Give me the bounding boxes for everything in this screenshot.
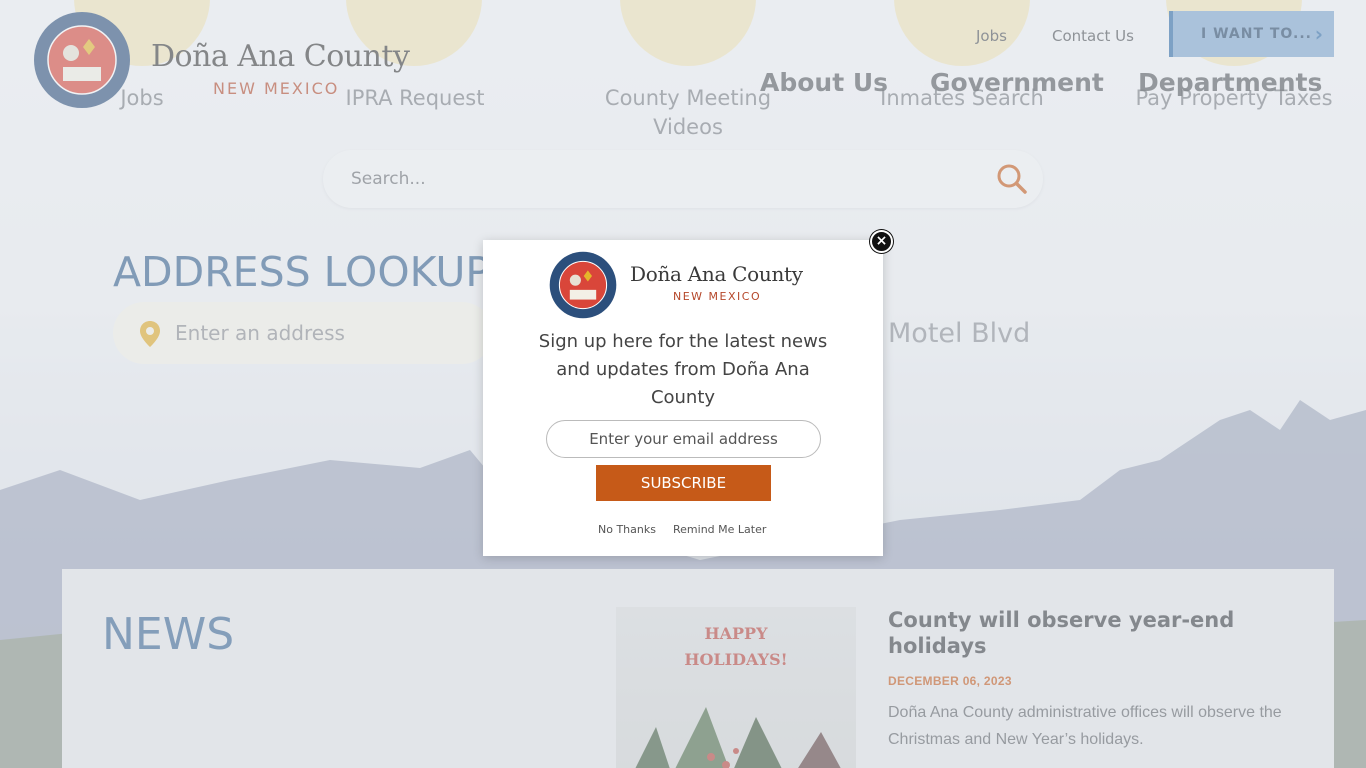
close-icon[interactable]: × bbox=[870, 230, 893, 253]
popup-seal-icon bbox=[549, 251, 617, 319]
subscribe-button[interactable]: SUBSCRIBE bbox=[596, 465, 771, 501]
popup-message: Sign up here for the latest news and upd… bbox=[538, 331, 828, 408]
newsletter-popup: Doña Ana County NEW MEXICO Sign up here … bbox=[483, 240, 883, 556]
page: Jobs IPRA Request County Meeting Videos … bbox=[0, 0, 1366, 768]
remind-me-later-link[interactable]: Remind Me Later bbox=[673, 523, 766, 536]
popup-brand-subtitle: NEW MEXICO bbox=[673, 290, 762, 303]
no-thanks-link[interactable]: No Thanks bbox=[598, 523, 656, 536]
popup-brand-name: Doña Ana County bbox=[630, 262, 803, 286]
email-field[interactable] bbox=[546, 420, 821, 458]
